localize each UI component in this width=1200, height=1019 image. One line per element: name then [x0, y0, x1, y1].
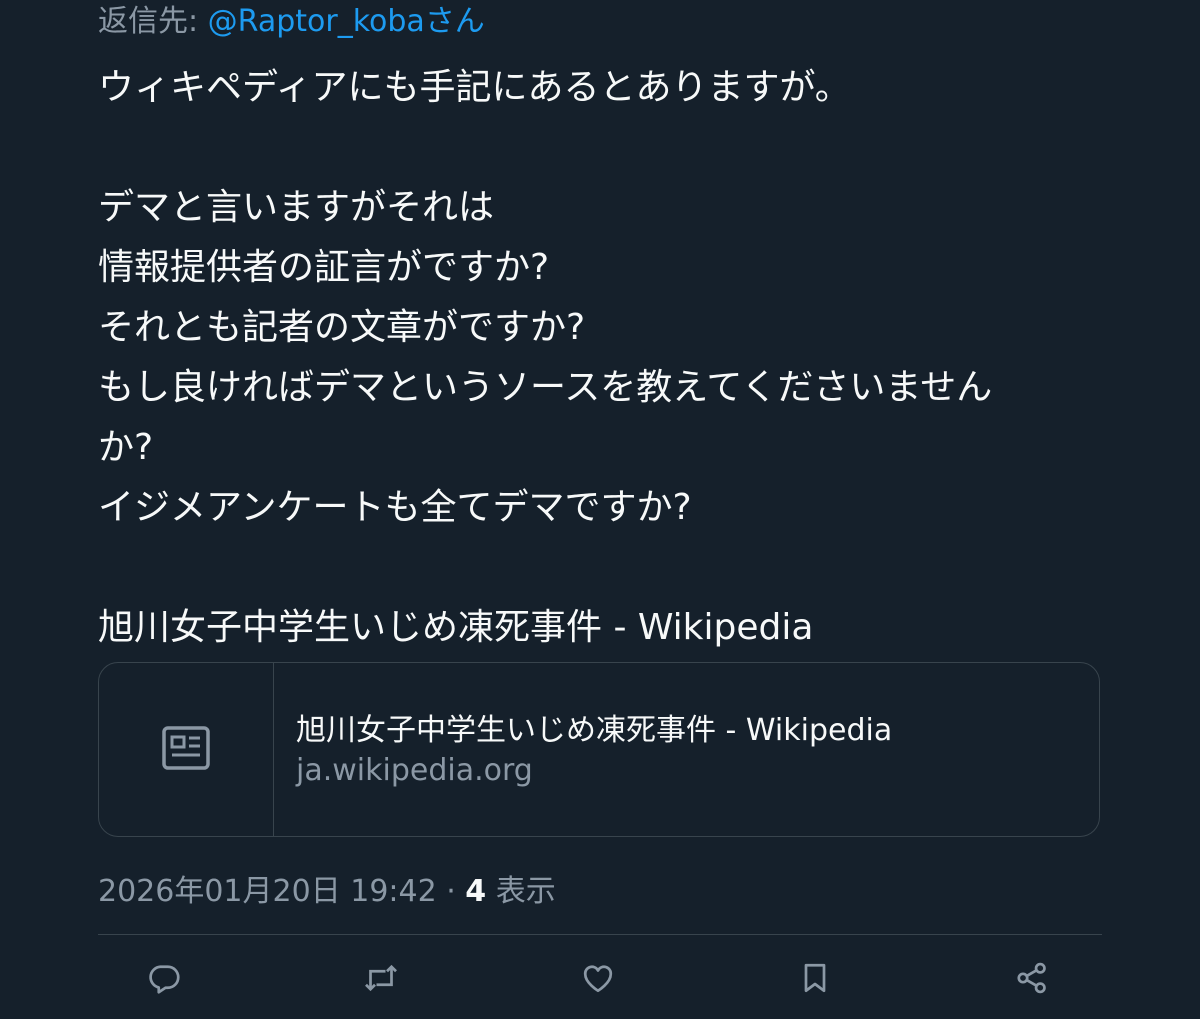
share-icon — [1014, 960, 1050, 1000]
views-count: 4 — [465, 874, 487, 909]
tweet-line: それとも記者の文章がですか? — [98, 307, 586, 348]
bookmark-button[interactable] — [793, 958, 837, 1002]
reply-to-prefix: 返信先: — [98, 4, 208, 39]
retweet-icon — [363, 960, 399, 1000]
action-bar — [0, 950, 1200, 1010]
views-label: 表示 — [486, 874, 556, 909]
reply-to-suffix: さん — [424, 4, 485, 39]
tweet-link-text[interactable]: 旭川女子中学生いじめ凍死事件 - Wikipedia — [98, 598, 1098, 658]
link-card-title: 旭川女子中学生いじめ凍死事件 - Wikipedia — [296, 713, 893, 748]
timestamp-link[interactable]: 2026年01月20日 19:42 — [98, 874, 437, 909]
link-card[interactable]: 旭川女子中学生いじめ凍死事件 - Wikipedia ja.wikipedia.… — [98, 662, 1100, 837]
share-button[interactable] — [1010, 958, 1054, 1002]
tweet-text: ウィキペディアにも手記にあるとありますが。 デマと言いますがそれは 情報提供者の… — [98, 58, 1098, 658]
like-button[interactable] — [576, 958, 620, 1002]
tweet-line: イジメアンケートも全てデマですか? — [98, 487, 692, 528]
tweet-meta: 2026年01月20日 19:42 · 4 表示 — [98, 872, 556, 912]
retweet-button[interactable] — [359, 958, 403, 1002]
link-card-info: 旭川女子中学生いじめ凍死事件 - Wikipedia ja.wikipedia.… — [274, 663, 1099, 836]
reply-to-handle-link[interactable]: @Raptor_koba — [208, 4, 425, 39]
tweet-line: デマと言いますがそれは — [98, 187, 495, 228]
like-icon — [580, 960, 616, 1000]
tweet-line: か? — [98, 427, 154, 468]
tweet-line: もし良ければデマというソースを教えてくださいません — [98, 367, 993, 408]
tweet-line: 情報提供者の証言がですか? — [98, 247, 550, 288]
reply-button[interactable] — [142, 958, 186, 1002]
divider — [98, 934, 1102, 935]
link-card-thumbnail — [99, 663, 274, 836]
meta-separator: · — [436, 874, 466, 909]
reply-icon — [146, 960, 182, 1000]
link-card-domain: ja.wikipedia.org — [296, 753, 533, 788]
article-icon — [162, 725, 210, 774]
tweet-line: ウィキペディアにも手記にあるとありますが。 — [98, 67, 851, 108]
reply-to-line: 返信先: @Raptor_kobaさん — [98, 2, 485, 42]
bookmark-icon — [797, 960, 833, 1000]
